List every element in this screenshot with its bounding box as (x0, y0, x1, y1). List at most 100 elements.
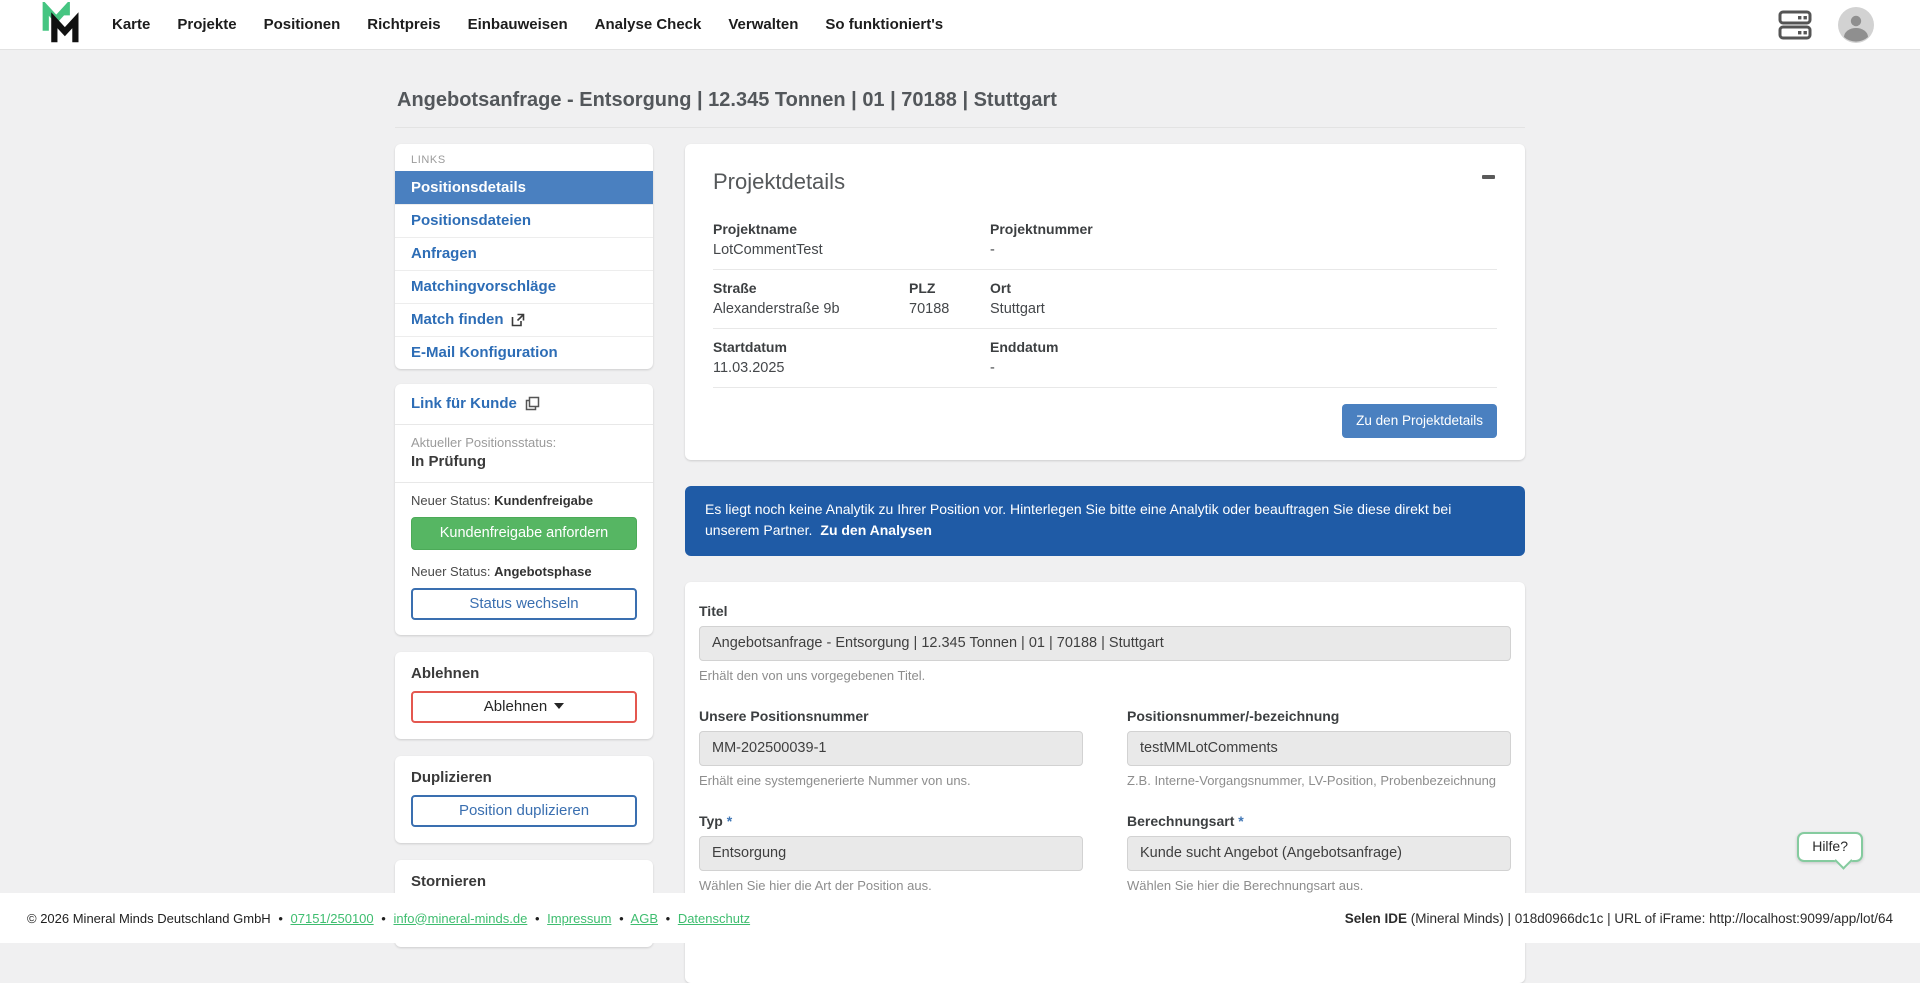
sidebar-item-anfragen[interactable]: Anfragen (395, 237, 653, 270)
positionsnummer-input[interactable] (1127, 731, 1511, 766)
page-title: Angebotsanfrage - Entsorgung | 12.345 To… (395, 50, 1525, 128)
field-titel: Titel Erhält den von uns vorgegebenen Ti… (699, 603, 1511, 683)
footer-separator: • (278, 911, 283, 926)
sidebar-item-label: Anfragen (411, 245, 477, 262)
positionsnummer-label: Positionsnummer/-bezeichnung (1127, 708, 1511, 724)
footer-ide-name: Selen IDE (1345, 911, 1407, 926)
projektdetails-title: Projektdetails (713, 169, 845, 195)
external-link-icon (511, 313, 525, 327)
sidebar-item-positionsdateien[interactable]: Positionsdateien (395, 204, 653, 237)
footer: © 2026 Mineral Minds Deutschland GmbH • … (0, 893, 1920, 943)
berechnungsart-helper: Wählen Sie hier die Berechnungsart aus. (1127, 878, 1511, 893)
mineral-minds-logo-icon (40, 2, 84, 48)
avatar-icon[interactable] (1838, 7, 1874, 43)
footer-email-link[interactable]: info@mineral-minds.de (393, 911, 527, 926)
berechnungsart-input[interactable] (1127, 836, 1511, 871)
positionsnummer-helper: Z.B. Interne-Vorgangsnummer, LV-Position… (1127, 773, 1511, 788)
server-rack-icon[interactable] (1778, 9, 1812, 41)
current-status-label: Aktueller Positionsstatus: (411, 435, 637, 450)
mineral-minds-logo[interactable] (40, 2, 84, 48)
hilfe-button[interactable]: Hilfe? (1797, 832, 1863, 862)
kundenfreigabe-anfordern-button[interactable]: Kundenfreigabe anfordern (411, 517, 637, 550)
footer-separator: • (619, 911, 624, 926)
sidebar-item-positionsdetails[interactable]: Positionsdetails (395, 171, 653, 204)
stornieren-heading: Stornieren (411, 873, 637, 890)
unsere-positionsnummer-input[interactable] (699, 731, 1083, 766)
sidebar-item-email-konfiguration[interactable]: E-Mail Konfiguration (395, 336, 653, 369)
nav-item-einbauweisen[interactable]: Einbauweisen (468, 16, 568, 33)
titel-label: Titel (699, 603, 1511, 619)
nav-item-richtpreis[interactable]: Richtpreis (367, 16, 440, 33)
duplizieren-heading: Duplizieren (411, 769, 637, 786)
sidebar-item-label: E-Mail Konfiguration (411, 344, 558, 361)
footer-datenschutz-link[interactable]: Datenschutz (678, 911, 750, 926)
current-status-value: In Prüfung (411, 453, 637, 470)
project-row: Startdatum 11.03.2025 Enddatum - (713, 329, 1497, 388)
field-typ: Typ * Wählen Sie hier die Art der Positi… (699, 813, 1083, 893)
field-plz: PLZ 70188 (909, 280, 990, 317)
link-fuer-kunde-label: Link für Kunde (411, 395, 517, 412)
required-asterisk: * (1238, 813, 1243, 829)
copy-icon (525, 396, 540, 411)
berechnungsart-label: Berechnungsart * (1127, 813, 1511, 829)
nav-item-analyse-check[interactable]: Analyse Check (595, 16, 702, 33)
sidebar-item-label: Positionsdetails (411, 179, 526, 196)
position-duplizieren-button[interactable]: Position duplizieren (411, 795, 637, 827)
unsere-positionsnummer-label: Unsere Positionsnummer (699, 708, 1083, 724)
status-card: Link für Kunde Aktueller Positionsstatus… (395, 384, 653, 635)
project-row: Projektname LotCommentTest Projektnummer… (713, 211, 1497, 270)
footer-ide-info: (Mineral Minds) | 018d0966dc1c | URL of … (1407, 911, 1893, 926)
ablehnen-button[interactable]: Ablehnen (411, 691, 637, 723)
nav-item-karte[interactable]: Karte (112, 16, 150, 33)
titel-input[interactable] (699, 626, 1511, 661)
titel-helper: Erhält den von uns vorgegebenen Titel. (699, 668, 1511, 683)
field-enddatum: Enddatum - (990, 339, 1497, 376)
sidebar-item-matchingvorschlaege[interactable]: Matchingvorschläge (395, 270, 653, 303)
caret-down-icon (554, 703, 564, 709)
project-row: Straße Alexanderstraße 9b PLZ 70188 Ort … (713, 270, 1497, 329)
ablehnen-card: Ablehnen Ablehnen (395, 652, 653, 739)
top-nav: Karte Projekte Positionen Richtpreis Ein… (0, 0, 1920, 50)
ablehnen-button-label: Ablehnen (484, 698, 547, 715)
nav-item-positionen[interactable]: Positionen (264, 16, 341, 33)
typ-label: Typ * (699, 813, 1083, 829)
ablehnen-heading: Ablehnen (411, 665, 637, 682)
footer-right: Selen IDE (Mineral Minds) | 018d0966dc1c… (1345, 911, 1893, 926)
collapse-minus-icon[interactable] (1480, 169, 1497, 185)
zu-den-projektdetails-button[interactable]: Zu den Projektdetails (1342, 404, 1497, 438)
field-projektnummer: Projektnummer - (990, 221, 1497, 258)
footer-agb-link[interactable]: AGB (631, 911, 658, 926)
links-card: LINKS Positionsdetails Positionsdateien … (395, 144, 653, 369)
sidebar-item-label: Positionsdateien (411, 212, 531, 229)
sidebar-item-label: Matchingvorschläge (411, 278, 556, 295)
footer-left: © 2026 Mineral Minds Deutschland GmbH • … (27, 911, 750, 926)
sidebar: LINKS Positionsdetails Positionsdateien … (395, 144, 653, 947)
zu-den-analysen-link[interactable]: Zu den Analysen (820, 522, 932, 538)
field-unsere-positionsnummer: Unsere Positionsnummer Erhält eine syste… (699, 708, 1083, 788)
nav-item-so-funktionierts[interactable]: So funktioniert's (825, 16, 943, 33)
footer-phone-link[interactable]: 07151/250100 (291, 911, 374, 926)
field-strasse: Straße Alexanderstraße 9b (713, 280, 909, 317)
sidebar-item-match-finden[interactable]: Match finden (395, 303, 653, 336)
field-startdatum: Startdatum 11.03.2025 (713, 339, 990, 376)
footer-impressum-link[interactable]: Impressum (547, 911, 611, 926)
field-ort: Ort Stuttgart (990, 280, 1497, 317)
projektdetails-card: Projektdetails Projektname LotCommentTes… (685, 144, 1525, 460)
footer-separator: • (666, 911, 671, 926)
banner-text: Es liegt noch keine Analytik zu Ihrer Po… (705, 501, 1451, 538)
links-header: LINKS (395, 144, 653, 171)
new-status-line-2: Neuer Status: Angebotsphase (411, 564, 637, 579)
nav-item-projekte[interactable]: Projekte (177, 16, 236, 33)
duplizieren-card: Duplizieren Position duplizieren (395, 756, 653, 843)
new-status-line-1: Neuer Status: Kundenfreigabe (411, 493, 637, 508)
status-wechseln-button[interactable]: Status wechseln (411, 588, 637, 620)
typ-helper: Wählen Sie hier die Art der Position aus… (699, 878, 1083, 893)
main-nav: Karte Projekte Positionen Richtpreis Ein… (112, 16, 943, 33)
nav-item-verwalten[interactable]: Verwalten (728, 16, 798, 33)
sidebar-item-label: Match finden (411, 311, 504, 328)
typ-input[interactable] (699, 836, 1083, 871)
analytik-info-banner: Es liegt noch keine Analytik zu Ihrer Po… (685, 486, 1525, 556)
footer-separator: • (535, 911, 540, 926)
link-fuer-kunde[interactable]: Link für Kunde (395, 384, 653, 424)
unsere-positionsnummer-helper: Erhält eine systemgenerierte Nummer von … (699, 773, 1083, 788)
